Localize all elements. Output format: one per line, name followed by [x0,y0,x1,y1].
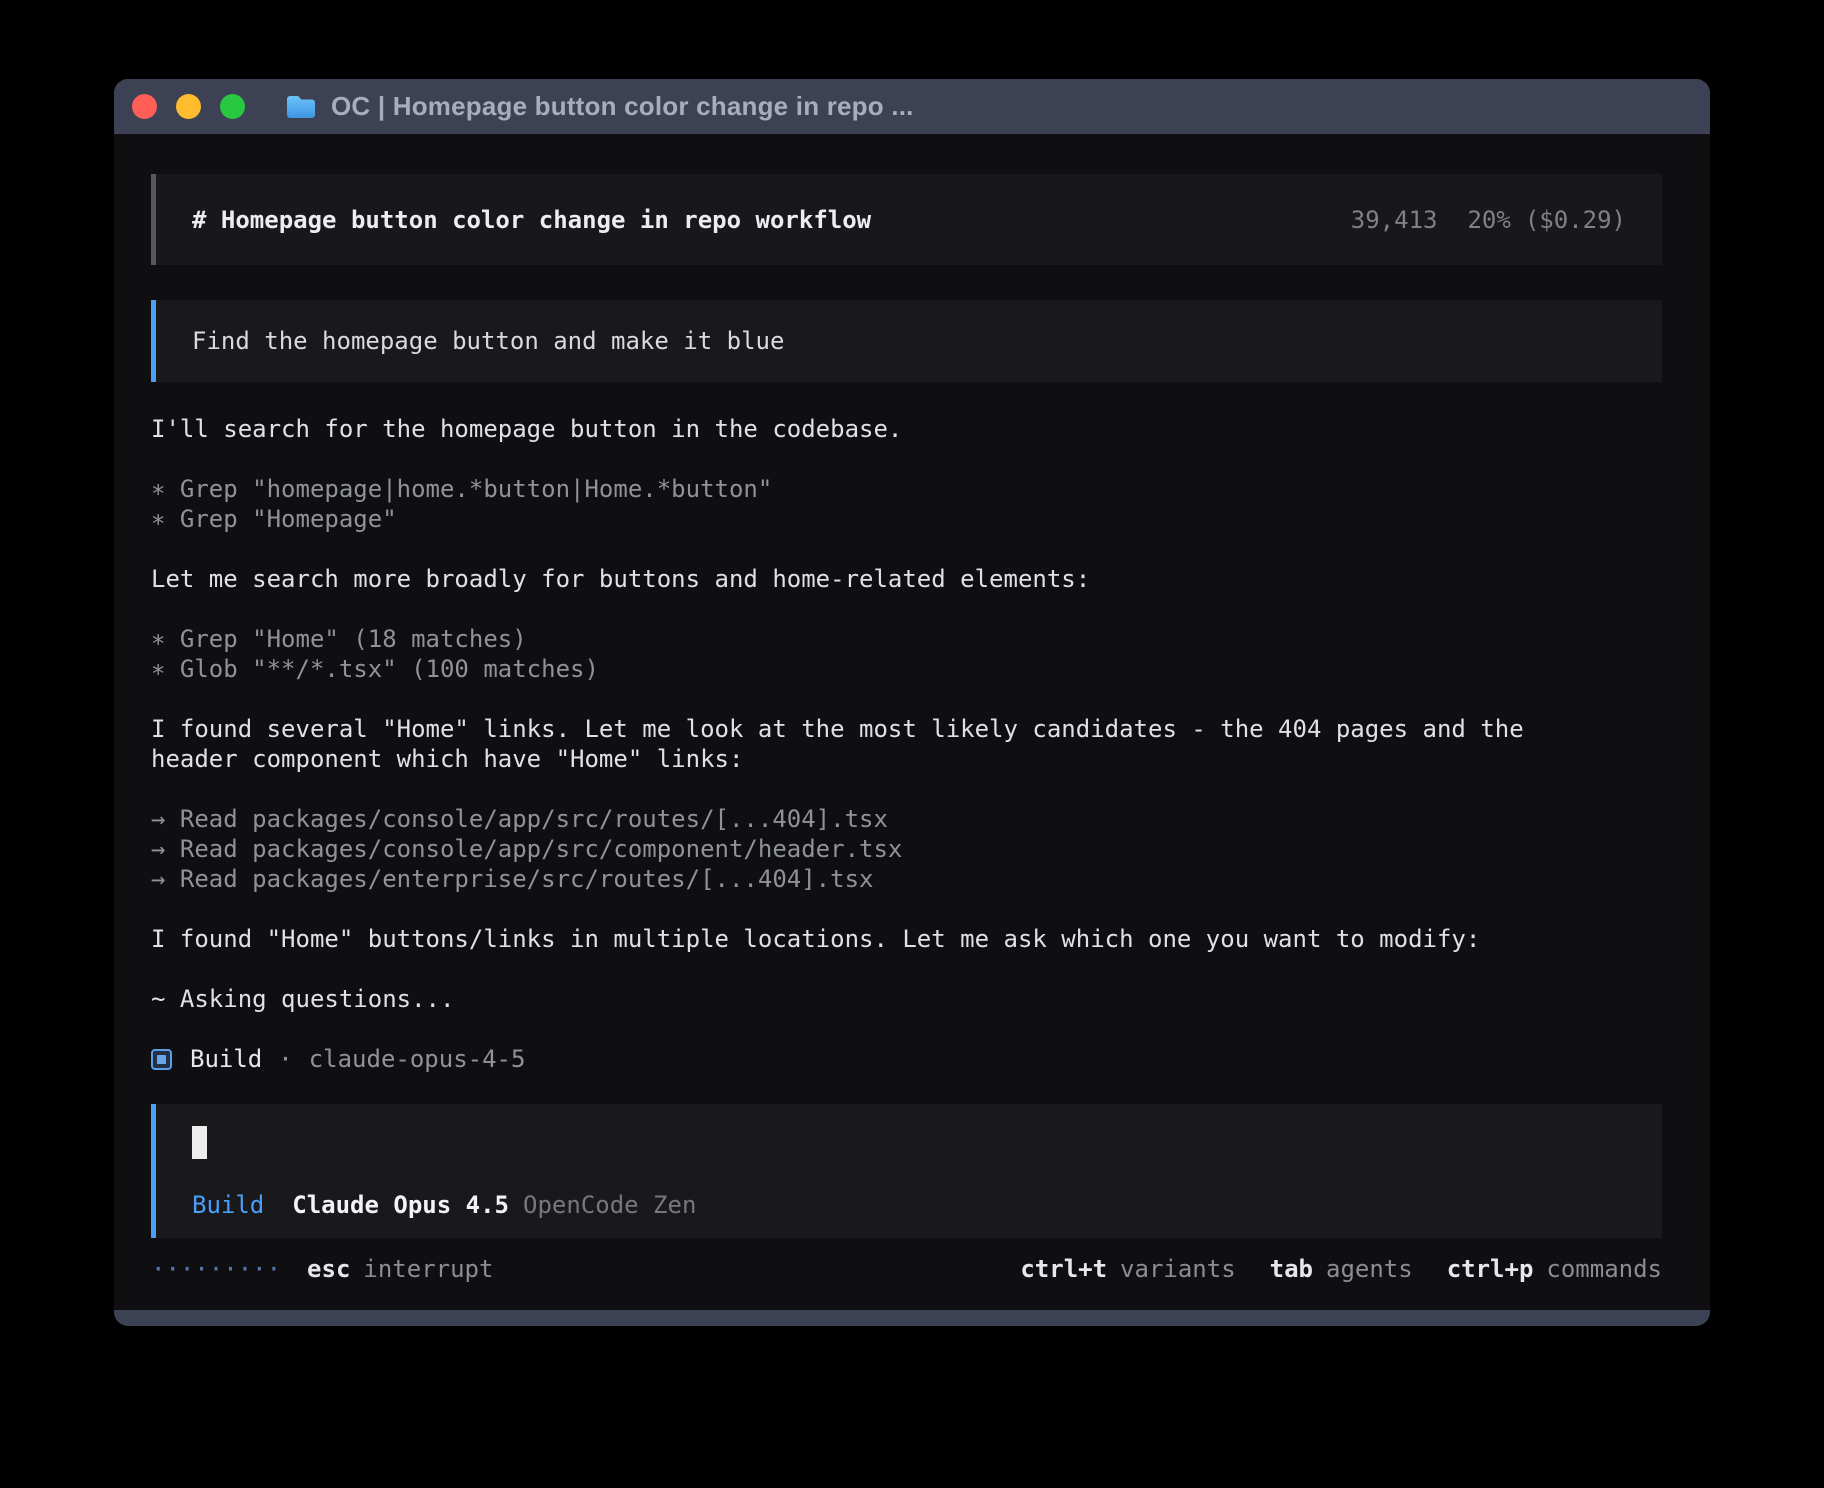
tool-call-line: ∗ Grep "Home" (18 matches) [151,624,1662,654]
spinner-dots: ········· [151,1254,281,1284]
assistant-message: Let me search more broadly for buttons a… [151,564,1662,594]
agent-status: Build · claude-opus-4-5 [151,1044,1662,1074]
traffic-lights [132,94,245,119]
agent-build-icon [151,1049,172,1070]
agent-model-id: claude-opus-4-5 [309,1044,526,1074]
hint-agents: tab agents [1270,1254,1413,1284]
session-stats: 39,413 20% ($0.29) [1351,205,1626,235]
prompt-input[interactable]: Build Claude Opus 4.5 OpenCode Zen [151,1104,1662,1238]
tab-key-label: agents [1326,1254,1413,1284]
tool-call-line: ∗ Grep "Homepage" [151,504,1662,534]
tool-call-line: ∗ Grep "homepage|home.*button|Home.*butt… [151,474,1662,504]
message-text: I'll search for the homepage button in t… [151,414,1662,444]
tool-call-group: ∗ Grep "Home" (18 matches) ∗ Glob "**/*.… [151,624,1662,684]
tool-call-line: → Read packages/enterprise/src/routes/[.… [151,864,1662,894]
desktop-background: OC | Homepage button color change in rep… [0,0,1824,1488]
hint-variants: ctrl+t variants [1020,1254,1235,1284]
tool-call-group: ∗ Grep "homepage|home.*button|Home.*butt… [151,474,1662,534]
session-header: # Homepage button color change in repo w… [151,174,1662,265]
ctrl-t-label: variants [1120,1254,1236,1284]
ctrl-p-key: ctrl+p [1447,1254,1534,1284]
zoom-button[interactable] [220,94,245,119]
esc-key: esc [307,1254,350,1284]
user-message-text: Find the homepage button and make it blu… [192,326,784,356]
message-text: header component which have "Home" links… [151,744,1662,774]
tool-call-line: ∗ Glob "**/*.tsx" (100 matches) [151,654,1662,684]
input-meta: Build Claude Opus 4.5 OpenCode Zen [192,1190,1626,1220]
provider-label: OpenCode Zen [523,1190,696,1220]
ctrl-p-label: commands [1546,1254,1662,1284]
footer-shortcuts: ctrl+t variants tab agents ctrl+p comman… [1020,1254,1662,1284]
window-title: OC | Homepage button color change in rep… [331,91,914,122]
tool-call-group: → Read packages/console/app/src/routes/[… [151,804,1662,894]
assistant-message: I'll search for the homepage button in t… [151,414,1662,444]
folder-icon [285,94,317,120]
tab-key: tab [1270,1254,1313,1284]
close-button[interactable] [132,94,157,119]
model-label: Claude Opus 4.5 [292,1190,509,1220]
assistant-message: I found "Home" buttons/links in multiple… [151,924,1662,954]
status-bar: ········· esc interrupt ctrl+t variants … [151,1252,1662,1286]
minimize-button[interactable] [176,94,201,119]
session-cost: ($0.29) [1525,205,1626,235]
assistant-message: I found several "Home" links. Let me loo… [151,714,1662,774]
terminal-content: # Homepage button color change in repo w… [114,134,1710,1310]
esc-key-label: interrupt [363,1254,493,1284]
context-percent: 20% [1467,205,1510,235]
message-text: Let me search more broadly for buttons a… [151,564,1662,594]
message-text: I found "Home" buttons/links in multiple… [151,924,1662,954]
terminal-window: OC | Homepage button color change in rep… [114,79,1710,1326]
mode-label[interactable]: Build [192,1190,264,1220]
text-cursor [192,1126,207,1159]
titlebar: OC | Homepage button color change in rep… [114,79,1710,134]
session-title: # Homepage button color change in repo w… [192,205,871,235]
hint-interrupt: esc interrupt [307,1254,493,1284]
token-count: 39,413 [1351,205,1438,235]
agent-name: Build [190,1044,262,1074]
ctrl-t-key: ctrl+t [1020,1254,1107,1284]
message-text: I found several "Home" links. Let me loo… [151,714,1662,744]
user-message: Find the homepage button and make it blu… [151,300,1662,382]
tool-call-line: → Read packages/console/app/src/routes/[… [151,804,1662,834]
working-status-text: ~ Asking questions... [151,984,1662,1014]
status-separator: · [278,1044,292,1074]
assistant-message: ~ Asking questions... [151,984,1662,1014]
tool-call-line: → Read packages/console/app/src/componen… [151,834,1662,864]
hint-commands: ctrl+p commands [1447,1254,1662,1284]
